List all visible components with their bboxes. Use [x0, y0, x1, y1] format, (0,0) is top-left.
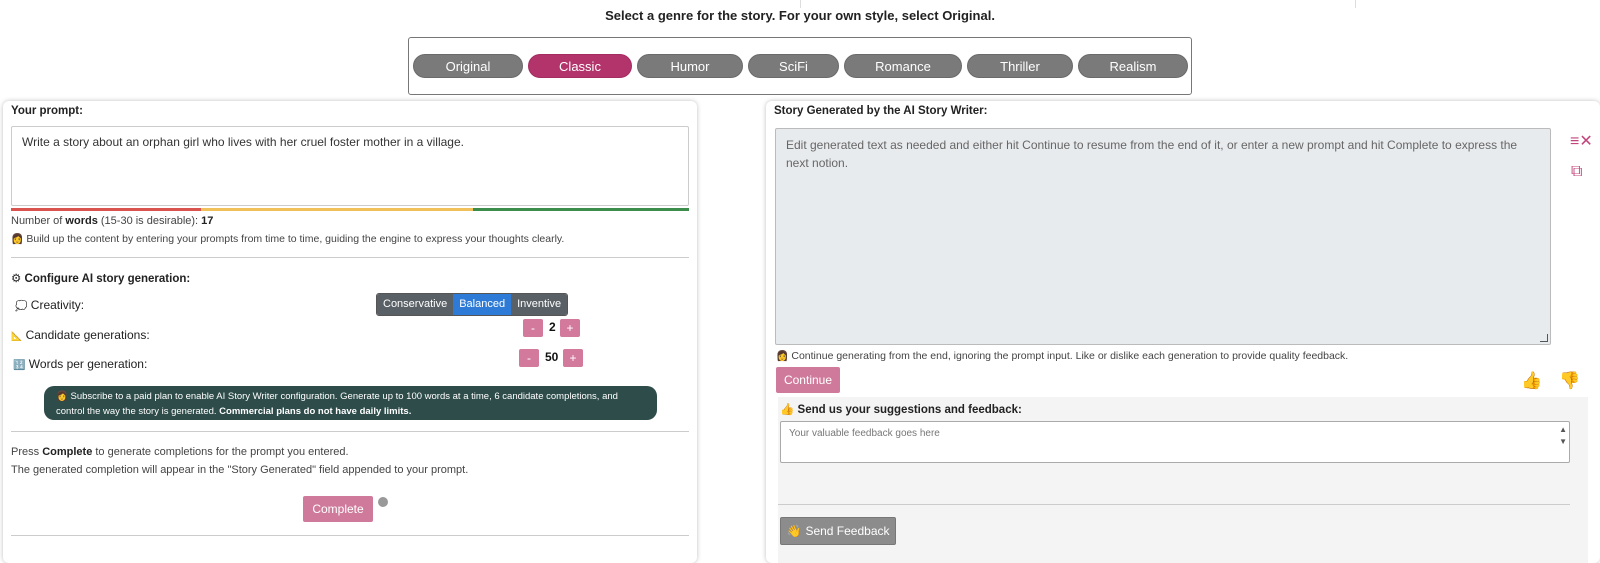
person-icon: 👩 — [776, 351, 789, 362]
words-decrement-button[interactable]: - — [519, 349, 539, 367]
top-divider-right — [1355, 0, 1356, 8]
words-per-generation-label: 🔢 Words per generation: — [13, 357, 148, 371]
person-icon: 👩 — [56, 391, 68, 402]
gear-icon: ⚙ — [11, 273, 22, 285]
top-divider-left — [800, 0, 801, 8]
candidates-value: 2 — [549, 320, 556, 334]
divider — [778, 504, 1570, 505]
numbers-icon: 🔢 — [13, 360, 26, 371]
genre-romance-button[interactable]: Romance — [844, 54, 962, 78]
divider — [11, 431, 689, 432]
loading-indicator — [378, 497, 388, 507]
waving-hand-icon: 👋 — [786, 524, 802, 538]
copy-icon[interactable]: ⧉ — [1571, 163, 1582, 181]
story-label: Story Generated by the AI Story Writer: — [774, 105, 988, 117]
creativity-conservative-button[interactable]: Conservative — [377, 294, 454, 315]
story-panel: Story Generated by the AI Story Writer: … — [766, 101, 1600, 563]
creativity-balanced-button[interactable]: Balanced — [453, 294, 512, 315]
thumbs-down-icon[interactable]: 👎 — [1559, 371, 1580, 391]
config-title: ⚙ Configure AI story generation: — [11, 273, 191, 285]
triangle-ruler-icon: 📐 — [11, 331, 23, 341]
prompt-hint: 👩 Build up the content by entering your … — [11, 233, 565, 245]
complete-button[interactable]: Complete — [303, 496, 373, 522]
send-feedback-button[interactable]: 👋 Send Feedback — [780, 517, 896, 545]
thumbs-up-icon: 👍 — [780, 404, 795, 416]
divider — [11, 535, 689, 536]
candidates-increment-button[interactable]: + — [560, 319, 580, 337]
genre-classic-button[interactable]: Classic — [528, 54, 632, 78]
subscription-notice: 👩 Subscribe to a paid plan to enable AI … — [44, 386, 657, 420]
story-textarea[interactable]: Edit generated text as needed and either… — [775, 128, 1551, 345]
feedback-title: 👍 Send us your suggestions and feedback: — [780, 404, 1022, 416]
feedback-section: 👍 Send us your suggestions and feedback:… — [778, 397, 1588, 563]
resize-handle[interactable] — [1540, 334, 1548, 342]
candidates-decrement-button[interactable]: - — [523, 319, 543, 337]
person-icon: 👩 — [11, 234, 24, 245]
clear-text-icon[interactable]: ≡✕ — [1570, 131, 1593, 151]
word-meter-mid — [201, 208, 473, 211]
complete-instruction-2: The generated completion will appear in … — [11, 464, 469, 476]
genre-scifi-button[interactable]: SciFi — [748, 54, 839, 78]
word-meter-high — [473, 208, 689, 211]
feedback-input[interactable]: Your valuable feedback goes here ▲ ▼ — [780, 421, 1570, 463]
complete-instruction: Press Complete to generate completions f… — [11, 446, 349, 458]
feedback-scrollbar[interactable]: ▲ ▼ — [1559, 424, 1567, 448]
candidates-label: 📐 Candidate generations: — [11, 328, 150, 342]
prompt-input[interactable]: Write a story about an orphan girl who l… — [11, 126, 689, 206]
continue-button[interactable]: Continue — [776, 367, 840, 393]
divider — [11, 257, 689, 258]
words-increment-button[interactable]: + — [563, 349, 583, 367]
prompt-panel: Your prompt: Write a story about an orph… — [3, 101, 697, 563]
continue-hint: 👩 Continue generating from the end, igno… — [776, 350, 1349, 362]
genre-humor-button[interactable]: Humor — [637, 54, 743, 78]
genre-selector: Original Classic Humor SciFi Romance Thr… — [408, 37, 1192, 95]
creativity-label: 💭 Creativity: — [15, 298, 85, 312]
creativity-inventive-button[interactable]: Inventive — [511, 294, 568, 315]
thought-bubble-icon: 💭 — [15, 301, 28, 312]
prompt-label: Your prompt: — [11, 105, 83, 117]
word-count-line: Number of words (15-30 is desirable): 17 — [11, 215, 214, 227]
genre-realism-button[interactable]: Realism — [1078, 54, 1188, 78]
word-meter-low — [11, 208, 201, 211]
genre-instruction: Select a genre for the story. For your o… — [605, 8, 995, 23]
genre-original-button[interactable]: Original — [413, 54, 523, 78]
thumbs-up-icon[interactable]: 👍 — [1521, 371, 1542, 391]
genre-thriller-button[interactable]: Thriller — [967, 54, 1073, 78]
words-value: 50 — [545, 350, 559, 364]
creativity-toggle: Conservative Balanced Inventive — [376, 293, 569, 316]
